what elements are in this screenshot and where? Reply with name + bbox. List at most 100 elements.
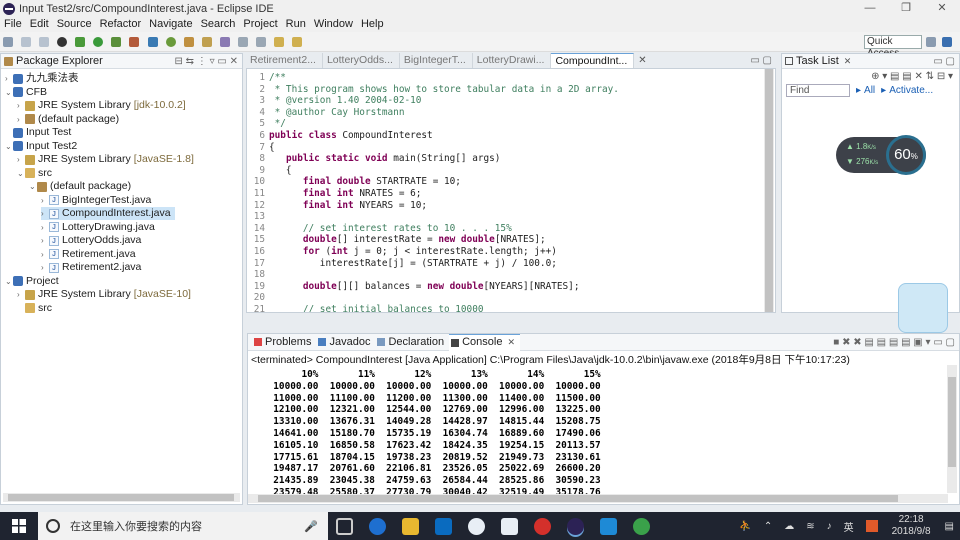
task-find-input[interactable]: Find bbox=[786, 84, 850, 97]
back-icon[interactable] bbox=[273, 37, 284, 47]
tree-item[interactable]: › JRE System Library [jdk-10.0.2] bbox=[17, 99, 186, 112]
action-center-icon[interactable]: ▤ bbox=[945, 521, 954, 532]
wechat-icon[interactable] bbox=[633, 517, 650, 535]
save-icon[interactable] bbox=[21, 37, 32, 47]
task-list-title[interactable]: Task List bbox=[796, 55, 839, 67]
editor-vertical-scrollbar[interactable] bbox=[764, 69, 774, 312]
expand-arrow-icon[interactable]: › bbox=[41, 261, 49, 274]
microphone-icon[interactable]: 🎤 bbox=[304, 520, 318, 533]
tab-retirement2[interactable]: Retirement2... bbox=[246, 53, 323, 68]
mail-icon[interactable] bbox=[501, 517, 518, 535]
console-close-icon[interactable]: ✕ bbox=[507, 334, 515, 351]
tree-item[interactable]: ⌄ CFB bbox=[5, 86, 47, 99]
tree-item[interactable]: › J Retirement.java bbox=[41, 248, 136, 261]
tab-console[interactable]: Console ✕ bbox=[449, 333, 520, 351]
tree-item[interactable]: ⌄ Project bbox=[5, 275, 59, 288]
task-all-link[interactable]: All bbox=[864, 85, 875, 96]
new-package-icon[interactable] bbox=[165, 37, 176, 47]
task-list-toolbar[interactable]: ⊕ ▾ ▤ ▤ ✕ ⇅ ⊟ ▾ bbox=[782, 69, 959, 84]
skip-breakpoints-icon[interactable] bbox=[75, 37, 86, 47]
cloud-icon[interactable]: ☁ bbox=[784, 521, 794, 532]
task-list-close-icon[interactable]: ✕ bbox=[844, 56, 852, 67]
tree-item[interactable]: › J CompoundInterest.java bbox=[41, 207, 175, 220]
file-explorer-icon[interactable] bbox=[402, 517, 419, 535]
task-activate-link[interactable]: Activate... bbox=[889, 85, 933, 96]
sogou-ime-icon[interactable] bbox=[865, 520, 878, 532]
scrollbar-thumb[interactable] bbox=[765, 69, 773, 312]
tab-close-icon[interactable]: ✕ bbox=[634, 53, 650, 68]
task-view-icon[interactable] bbox=[336, 517, 353, 535]
forward-icon[interactable] bbox=[292, 37, 302, 47]
debug-icon[interactable] bbox=[57, 37, 68, 47]
code-editor[interactable]: 1/** 2 * This program shows how to store … bbox=[246, 68, 776, 313]
menu-navigate[interactable]: Navigate bbox=[145, 17, 196, 32]
menu-edit[interactable]: Edit bbox=[26, 17, 53, 32]
maximize-button[interactable]: ❐ bbox=[888, 0, 924, 17]
menu-source[interactable]: Source bbox=[53, 17, 96, 32]
tree-item[interactable]: › JRE System Library [JavaSE-1.8] bbox=[17, 153, 194, 166]
netease-music-icon[interactable] bbox=[534, 517, 551, 535]
menu-window[interactable]: Window bbox=[310, 17, 357, 32]
coverage-icon[interactable] bbox=[111, 37, 122, 47]
new-icon[interactable] bbox=[3, 37, 13, 47]
people-icon[interactable]: ⛹ bbox=[739, 521, 751, 532]
scrollbar-thumb[interactable] bbox=[948, 377, 956, 467]
console-horizontal-scrollbar[interactable] bbox=[248, 494, 948, 503]
volume-icon[interactable]: ♪ bbox=[827, 521, 832, 532]
wps-icon[interactable] bbox=[600, 517, 617, 535]
tab-lotteryodds[interactable]: LotteryOdds... bbox=[323, 53, 400, 68]
expand-arrow-icon[interactable]: ⌄ bbox=[17, 167, 25, 180]
expand-arrow-icon[interactable]: › bbox=[41, 248, 49, 261]
taskbar-search-box[interactable]: 在这里输入你要搜索的内容 🎤 bbox=[38, 512, 328, 540]
eclipse-taskbar-icon[interactable] bbox=[567, 517, 584, 535]
network-icon[interactable]: ≋ bbox=[806, 521, 814, 532]
annotation-prev-icon[interactable] bbox=[255, 37, 266, 47]
console-toolbar-icons[interactable]: ■ ✖ ✖ ▤ ▤ ▤ ▤ ▣ ▾ ▭ ▢ bbox=[833, 337, 955, 348]
tree-item[interactable]: › (default package) bbox=[17, 113, 119, 126]
quick-access-field[interactable]: Quick Access bbox=[864, 35, 922, 59]
tab-javadoc[interactable]: Javadoc bbox=[316, 334, 375, 351]
expand-arrow-icon[interactable]: › bbox=[17, 113, 25, 126]
tree-item[interactable]: ⌄ (default package) bbox=[29, 180, 131, 193]
menu-refactor[interactable]: Refactor bbox=[96, 17, 146, 32]
tree-item[interactable]: › J LotteryOdds.java bbox=[41, 234, 141, 247]
tree-item[interactable]: Input Test bbox=[5, 126, 71, 139]
tree-item[interactable]: › J LotteryDrawing.java bbox=[41, 221, 155, 234]
menu-project[interactable]: Project bbox=[239, 17, 281, 32]
menu-file[interactable]: File bbox=[0, 17, 26, 32]
expand-arrow-icon[interactable]: › bbox=[41, 207, 49, 220]
console-vertical-scrollbar[interactable] bbox=[947, 365, 957, 493]
tree-item[interactable]: › J BigIntegerTest.java bbox=[41, 194, 151, 207]
perspective-icon[interactable] bbox=[926, 37, 936, 47]
store-icon[interactable] bbox=[435, 517, 452, 535]
tree-item[interactable]: › J Retirement2.java bbox=[41, 261, 141, 274]
scrollbar-thumb[interactable] bbox=[8, 494, 234, 501]
search-toolbar-icon[interactable] bbox=[219, 37, 230, 47]
expand-arrow-icon[interactable]: ⌄ bbox=[29, 180, 37, 193]
expand-arrow-icon[interactable]: › bbox=[17, 153, 25, 166]
minimize-button[interactable]: — bbox=[852, 0, 888, 17]
sogou-icon[interactable] bbox=[468, 517, 485, 535]
editor-minmax-icons[interactable]: ▭ ▢ bbox=[746, 53, 776, 68]
expand-arrow-icon[interactable]: › bbox=[41, 221, 49, 234]
tab-compoundinterest[interactable]: CompoundInt... bbox=[551, 53, 635, 68]
new-class-icon[interactable] bbox=[183, 37, 194, 47]
task-list-minmax-icons[interactable]: ▭ ▢ bbox=[933, 56, 955, 67]
tab-problems[interactable]: Problems bbox=[252, 334, 316, 351]
view-menu-icons[interactable]: ⊟ ⇆ ⋮ ▿ ▭ ✕ bbox=[175, 56, 239, 67]
expand-arrow-icon[interactable]: ⌄ bbox=[5, 275, 13, 288]
close-button[interactable]: ✕ bbox=[924, 0, 960, 17]
external-tools-icon[interactable] bbox=[129, 37, 140, 47]
expand-arrow-icon[interactable]: › bbox=[17, 288, 25, 301]
tab-bigintegertest[interactable]: BigIntegerT... bbox=[400, 53, 473, 68]
tab-declaration[interactable]: Declaration bbox=[375, 334, 449, 351]
expand-arrow-icon[interactable]: › bbox=[41, 234, 49, 247]
horizontal-scrollbar[interactable] bbox=[3, 493, 240, 502]
start-button[interactable] bbox=[0, 512, 38, 540]
network-speed-widget[interactable]: ▲ 1.8K/s ▼ 276K/s 60% bbox=[836, 135, 926, 175]
expand-arrow-icon[interactable]: › bbox=[17, 99, 25, 112]
tab-lotterydrawing[interactable]: LotteryDrawi... bbox=[473, 53, 552, 68]
package-explorer-title[interactable]: Package Explorer bbox=[16, 55, 103, 67]
tree-item[interactable]: › 九九乘法表 bbox=[5, 72, 79, 85]
tree-item[interactable]: › JRE System Library [JavaSE-10] bbox=[17, 288, 191, 301]
